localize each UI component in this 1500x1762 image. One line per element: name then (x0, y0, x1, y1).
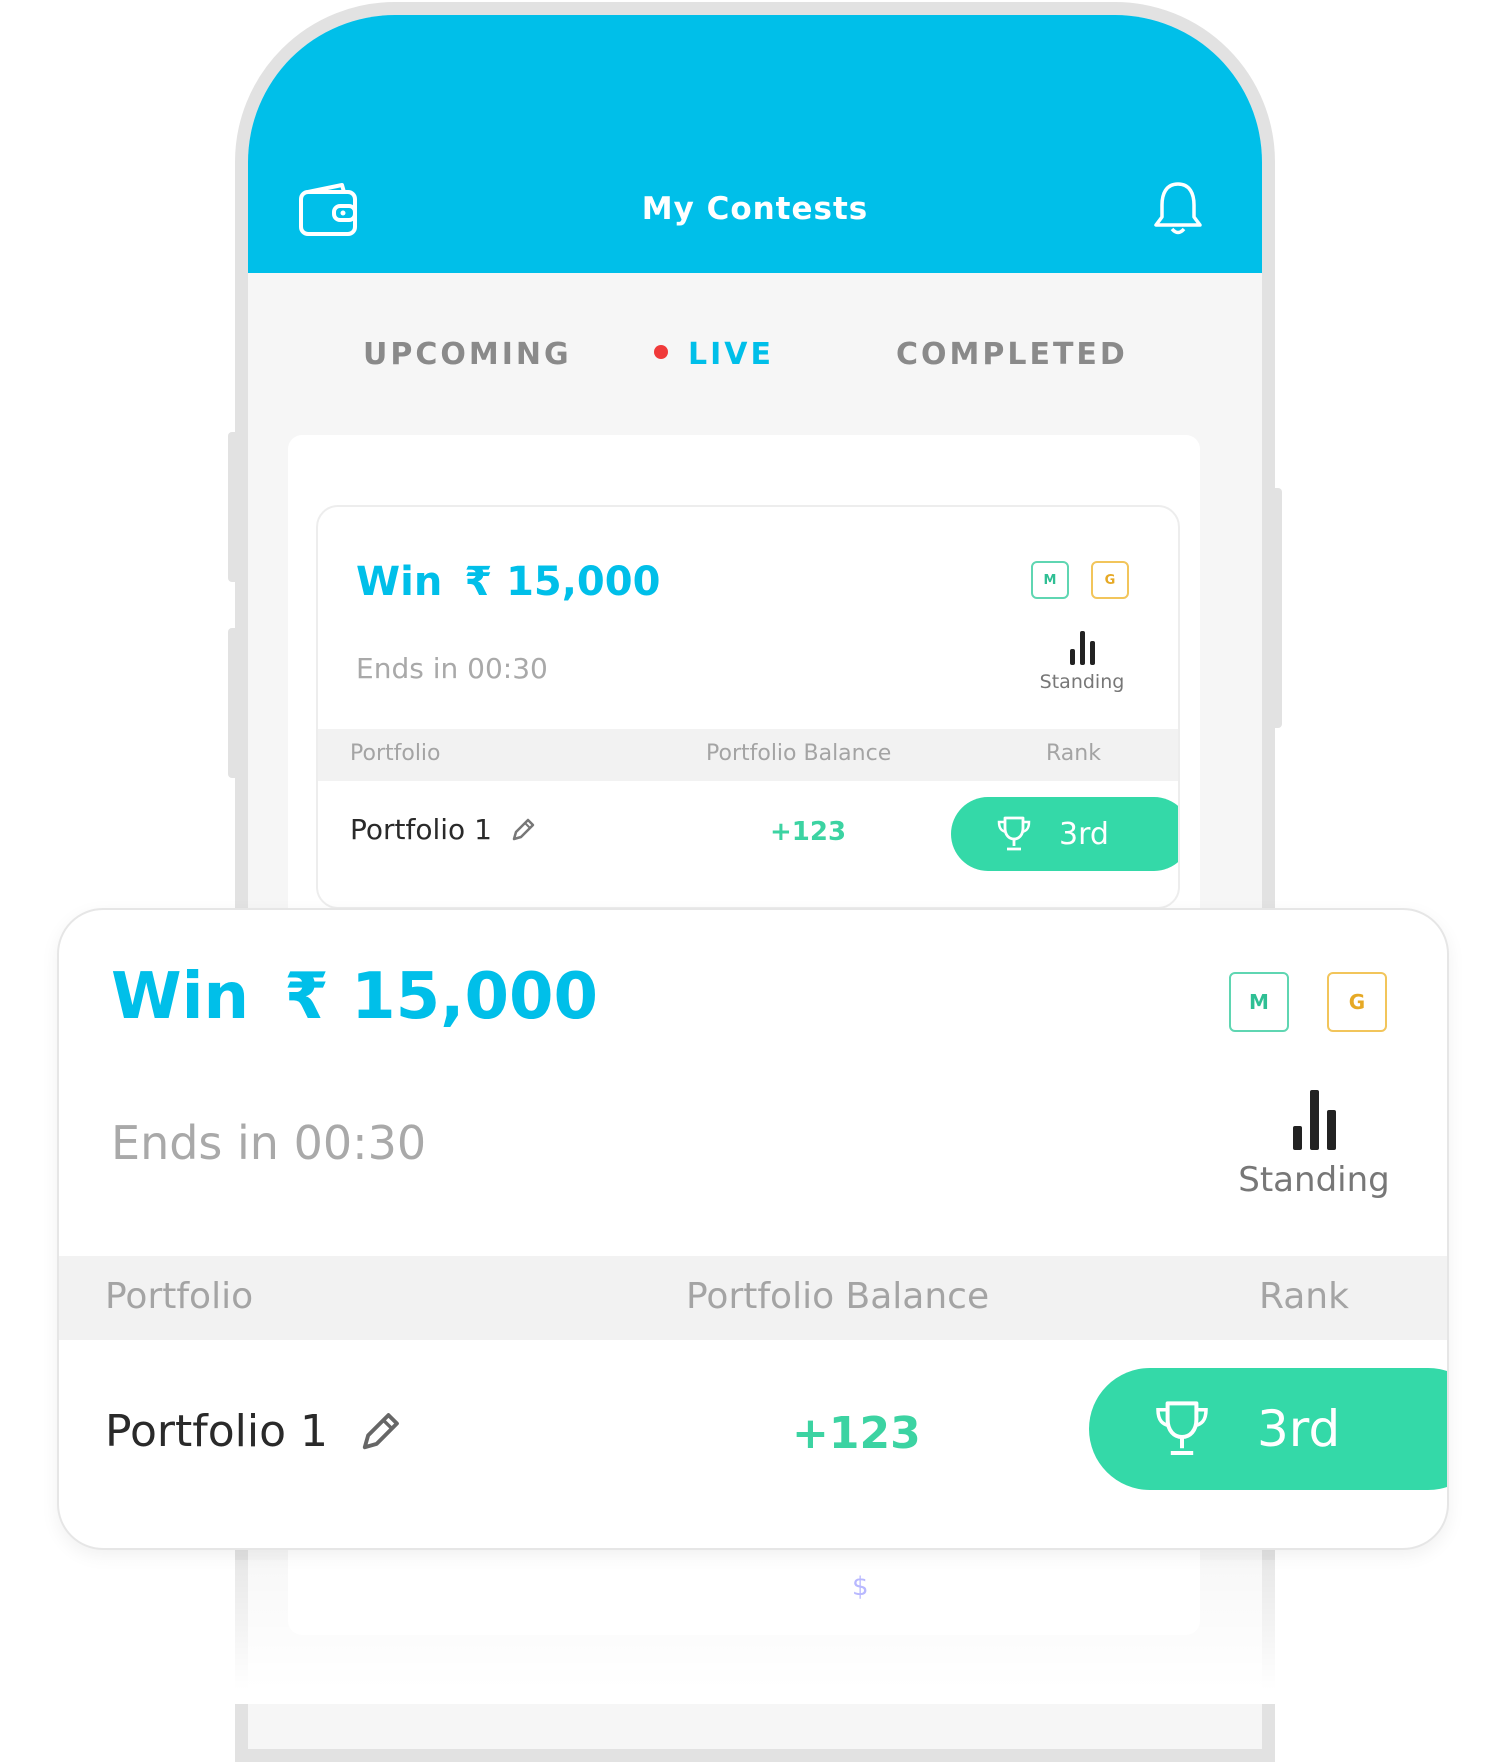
standing-label: Standing (1238, 1160, 1390, 1200)
trophy-icon (1151, 1397, 1213, 1461)
contest-tabs: UPCOMING LIVE COMPLETED (248, 337, 1262, 387)
prize-text: Win ₹ 15,000 (356, 559, 660, 605)
rank-value: 3rd (1059, 816, 1109, 852)
standing-label: Standing (1039, 671, 1125, 693)
column-balance: Portfolio Balance (706, 741, 892, 766)
tab-label: LIVE (688, 337, 774, 372)
page-title: My Contests (641, 191, 869, 227)
standing-button[interactable]: Standing (1229, 1088, 1399, 1200)
mode-badge-m: M (1031, 561, 1069, 599)
standing-icon (1026, 625, 1138, 665)
app-header: My Contests (248, 15, 1262, 273)
portfolio-balance: +123 (792, 1408, 921, 1459)
rank-pill[interactable]: 3rd (1089, 1368, 1447, 1490)
contest-card-zoomed[interactable]: Win ₹ 15,000 M G Ends in 00:30 Standing P… (57, 908, 1449, 1550)
mode-badge-g: G (1327, 972, 1387, 1032)
tab-live[interactable]: LIVE (654, 337, 774, 372)
column-rank: Rank (1046, 741, 1101, 766)
trophy-icon (995, 814, 1033, 854)
standing-icon (1229, 1088, 1399, 1150)
tab-completed[interactable]: COMPLETED (896, 337, 1128, 372)
badge-label: M (1249, 990, 1269, 1014)
mode-badge-g: G (1091, 561, 1129, 599)
bottom-fade-overlay (0, 1560, 1500, 1704)
rank-pill[interactable]: 3rd (951, 797, 1178, 871)
tab-upcoming[interactable]: UPCOMING (363, 337, 572, 372)
mode-badge-m: M (1229, 972, 1289, 1032)
column-portfolio: Portfolio (105, 1276, 254, 1317)
tab-label: UPCOMING (363, 337, 572, 372)
prize-amount: ₹ 15,000 (464, 559, 661, 605)
badge-label: G (1104, 572, 1116, 588)
pencil-icon[interactable] (358, 1410, 402, 1454)
column-balance: Portfolio Balance (686, 1276, 990, 1317)
portfolio-balance: +123 (770, 817, 847, 847)
standing-button[interactable]: Standing (1026, 625, 1138, 693)
table-header: Portfolio Portfolio Balance Rank (59, 1256, 1447, 1340)
column-rank: Rank (1259, 1276, 1349, 1317)
currency-glyph: $ (852, 1572, 869, 1602)
bell-icon[interactable] (1152, 179, 1204, 241)
portfolio-name: Portfolio 1 (350, 813, 492, 846)
prize-amount: ₹ 15,000 (284, 960, 599, 1034)
table-row: Portfolio 1 (105, 1406, 402, 1457)
prize-label: Win (356, 559, 443, 605)
ends-in-timer: Ends in 00:30 (111, 1116, 427, 1170)
badge-label: M (1043, 572, 1057, 588)
table-header: Portfolio Portfolio Balance Rank (318, 729, 1178, 781)
contest-card[interactable]: Win ₹ 15,000 M G Ends in 00:30 Standing P… (316, 505, 1180, 909)
pencil-icon[interactable] (510, 817, 536, 843)
prize-text: Win ₹ 15,000 (111, 960, 598, 1034)
rank-value: 3rd (1257, 1400, 1341, 1458)
portfolio-name: Portfolio 1 (105, 1406, 328, 1457)
badge-label: G (1348, 990, 1366, 1014)
ends-in-timer: Ends in 00:30 (356, 652, 548, 685)
column-portfolio: Portfolio (350, 741, 441, 766)
prize-label: Win (111, 960, 250, 1034)
table-row: Portfolio 1 (350, 813, 536, 846)
tab-label: COMPLETED (896, 337, 1128, 372)
live-dot-icon (654, 344, 668, 359)
